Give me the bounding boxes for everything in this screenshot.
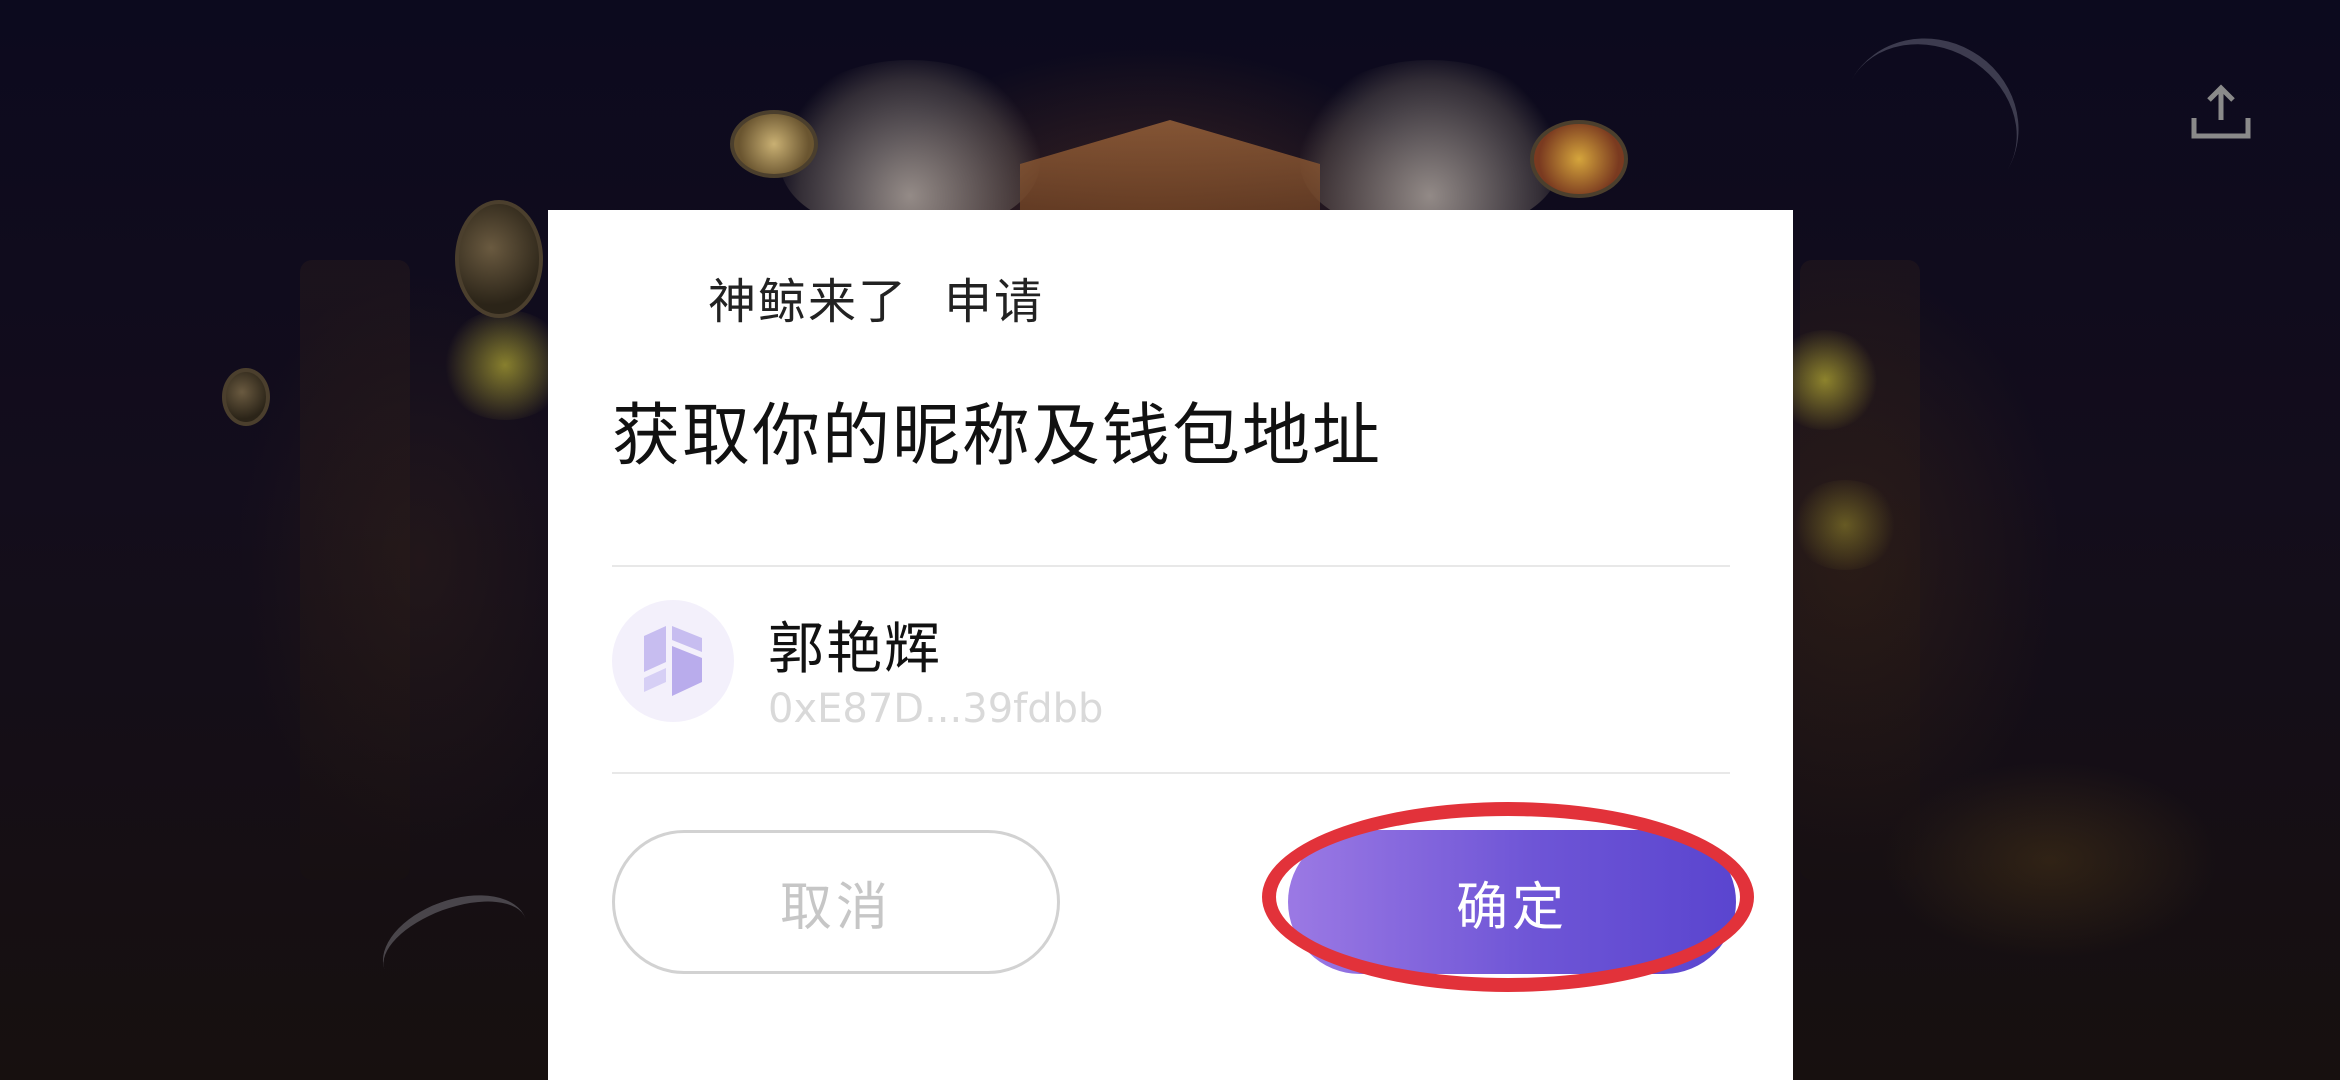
account-nickname: 郭艳辉 (768, 617, 942, 682)
dialog-title: 获取你的昵称及钱包地址 (612, 397, 1383, 476)
divider-bottom (612, 772, 1730, 774)
background-light (1790, 480, 1900, 570)
divider-top (612, 565, 1730, 567)
wallet-address: 0xE87D...39fdbb (768, 686, 1104, 732)
feather-decoration (1810, 6, 2050, 242)
poker-chip-decoration (455, 200, 543, 318)
requester-line: 神鲸来了 申请 (708, 262, 1044, 332)
request-label: 申请 (944, 274, 1045, 330)
cards-decoration (730, 110, 818, 178)
share-upload-icon[interactable] (2190, 84, 2252, 140)
app-name: 神鲸来了 (708, 274, 909, 330)
trophy-decoration (1530, 120, 1628, 198)
right-wing-decoration (1300, 60, 1560, 230)
confirm-button[interactable]: 确定 (1288, 830, 1736, 974)
wallet-logo-icon (644, 626, 702, 696)
background-pillar (300, 260, 410, 880)
screen: 神鲸来了 申请 获取你的昵称及钱包地址 郭艳辉 0xE87D...39fdbb 取… (0, 0, 2340, 1080)
cancel-button[interactable]: 取消 (612, 830, 1060, 974)
authorization-dialog: 神鲸来了 申请 获取你的昵称及钱包地址 郭艳辉 0xE87D...39fdbb 取… (548, 210, 1793, 1080)
poker-chip-decoration (222, 368, 270, 426)
wallet-avatar (612, 600, 734, 722)
left-wing-decoration (780, 60, 1040, 230)
feather-decoration (369, 877, 541, 1011)
